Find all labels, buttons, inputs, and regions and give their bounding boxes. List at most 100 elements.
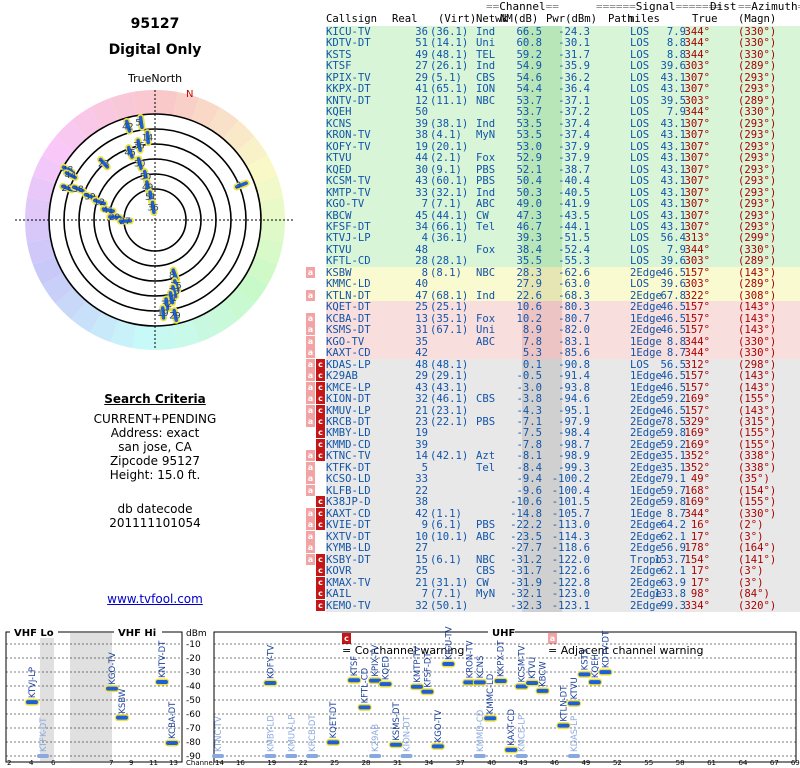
cell-azimuth-magn: (35°) xyxy=(738,473,770,486)
warning-icons: ac xyxy=(306,415,326,428)
table-row: KRON-TV 38 (4.1) MyN 53.5 -37.4 LOS 43.1 307° (29… xyxy=(326,129,800,142)
tvfool-link[interactable]: www.tvfool.com xyxy=(107,592,203,606)
cell-virt: (7.1) xyxy=(430,588,462,601)
cell-callsign: KKPX-DT xyxy=(326,83,371,96)
cell-nm: 27.9 xyxy=(516,278,542,291)
cell-azimuth-magn: (293°) xyxy=(738,83,777,96)
table-row: KFTL-CD 28 (28.1) 35.5 -55.3 LOS 39.6 303° (289°… xyxy=(326,255,800,268)
x-tick-label: 25 xyxy=(330,759,339,767)
x-tick-label: 11 xyxy=(149,759,158,767)
cell-path: LOS xyxy=(630,255,650,268)
cell-real: 48 xyxy=(415,243,428,256)
cell-power: -37.9 xyxy=(558,140,590,153)
cell-power: -35.9 xyxy=(558,60,590,73)
cell-power: -85.6 xyxy=(558,347,590,360)
signal-bar xyxy=(410,684,423,689)
signal-label: KDTV-DT xyxy=(601,630,611,668)
table-row: KMTP-TV 33 (32.1) Ind 50.3 -40.5 LOS 43.1 307° (2… xyxy=(326,186,800,199)
cell-azimuth-true: 16° xyxy=(690,519,710,532)
cell-nm: 49.0 xyxy=(516,198,542,211)
cell-callsign: KCSO-LD xyxy=(326,473,371,486)
hdr-dist: Dist xyxy=(710,0,737,13)
cell-callsign: KOVR xyxy=(326,565,352,578)
criteria-line-3: san jose, CA xyxy=(118,440,192,454)
signal-bar xyxy=(116,715,128,720)
cell-power: -123.0 xyxy=(551,588,590,601)
cell-real: 38 xyxy=(415,129,428,142)
cell-power: -90.8 xyxy=(558,358,590,371)
cell-path: LOS xyxy=(630,152,650,165)
cell-power: -97.9 xyxy=(558,415,590,428)
cell-azimuth-magn: (330°) xyxy=(738,243,777,256)
cell-callsign: KAXT-CD xyxy=(326,347,371,360)
adjacent-warning-icon: a xyxy=(306,370,315,382)
cell-azimuth-magn: (3°) xyxy=(738,530,764,543)
x-tick-label: 28 xyxy=(362,759,371,767)
cell-network: ABC xyxy=(476,530,496,543)
cell-path: LOS xyxy=(630,243,650,256)
hdr-signal: Signal xyxy=(635,0,676,13)
signal-label: KMBY-LD xyxy=(266,715,276,752)
cell-callsign: KQET-DT xyxy=(326,301,371,314)
cell-power: -30.1 xyxy=(558,37,590,50)
cell-real: 4 xyxy=(421,232,428,245)
cell-azimuth-true: 334° xyxy=(684,599,710,612)
cell-nm: -7.5 xyxy=(516,427,542,440)
cell-virt: (44.1) xyxy=(430,209,469,222)
x-tick-label: 61 xyxy=(707,759,716,767)
cell-real: 49 xyxy=(415,48,428,61)
cell-power: -80.3 xyxy=(558,301,590,314)
cell-virt: (38.1) xyxy=(430,117,469,130)
cell-power: -37.1 xyxy=(558,94,590,107)
cell-callsign: KQEH xyxy=(326,106,352,119)
table-row: KSTS 49 (48.1) TEL 59.2 -31.7 LOS 8.8 344° (330°) xyxy=(326,48,800,61)
cell-real: 8 xyxy=(421,266,428,279)
table-row: KBCW 45 (44.1) CW 47.3 -43.5 LOS 43.1 307° (293°) xyxy=(326,209,800,222)
adjacent-warning-icon: a xyxy=(306,335,315,347)
signal-label: KMTP-TV xyxy=(413,646,423,683)
warning-icons xyxy=(306,278,326,290)
cell-network: Ind xyxy=(476,26,496,38)
cell-callsign: KVIE-DT xyxy=(326,519,371,532)
cell-callsign: KION-DT xyxy=(326,393,371,406)
criteria-title: Search Criteria xyxy=(104,392,206,406)
table-row: KCNS 39 (38.1) Ind 53.5 -37.4 LOS 43.1 307° (293°… xyxy=(326,117,800,130)
cell-path: LOS xyxy=(630,83,650,96)
column-header: NM(dB) xyxy=(500,13,539,25)
table-row: KCSM-TV 43 (60.1) PBS 50.4 -40.4 LOS 43.1 307° (2… xyxy=(326,175,800,188)
table-row: KMUV-LP 21 (23.1) -4.3 -95.1 2Edge 46.5 157° (14… xyxy=(326,404,800,417)
cell-azimuth-true: 307° xyxy=(684,71,710,84)
cell-network: CBS xyxy=(476,71,496,84)
cell-network: ION xyxy=(476,83,496,96)
cochannel-warning-icon: c xyxy=(316,599,325,611)
x-tick-label: 14 xyxy=(215,759,224,767)
cell-azimuth-magn: (320°) xyxy=(738,599,777,612)
cell-azimuth-true: 303° xyxy=(684,255,710,268)
dbm-unit-label: dBm xyxy=(186,629,207,639)
cell-network: Fox xyxy=(476,312,496,325)
adjacent-warning-icon: a xyxy=(306,484,315,496)
cell-azimuth-true: 344° xyxy=(684,243,710,256)
x-tick-label: 49 xyxy=(581,759,590,767)
signal-bar xyxy=(515,754,528,758)
x-tick-label: 64 xyxy=(739,759,748,767)
cell-azimuth-magn: (154°) xyxy=(738,484,777,497)
table-row: KNTV-DT 12 (11.1) NBC 53.7 -37.1 LOS 39.5 303° (2… xyxy=(326,94,800,107)
cell-power: -83.1 xyxy=(558,335,590,348)
cell-azimuth-true: 344° xyxy=(684,26,710,38)
radar-station-label: 45 xyxy=(124,148,135,158)
cell-azimuth-true: 307° xyxy=(684,163,710,176)
warning-icons: a xyxy=(306,324,326,336)
cell-virt: (68.1) xyxy=(430,289,469,302)
cell-real: 28 xyxy=(415,255,428,268)
warning-icons: ac xyxy=(306,450,326,462)
y-tick-label: -20 xyxy=(186,654,201,664)
x-tick-label: 13 xyxy=(169,759,178,767)
cell-azimuth-magn: (308°) xyxy=(738,289,777,302)
column-header: Pwr(dBm) xyxy=(546,13,598,25)
signal-label: KNTV-DT xyxy=(158,640,168,678)
cell-virt: (2.1) xyxy=(430,152,462,165)
cell-virt: (9.1) xyxy=(430,163,462,176)
cell-azimuth-magn: (293°) xyxy=(738,220,777,233)
cell-nm: -14.8 xyxy=(510,507,542,520)
